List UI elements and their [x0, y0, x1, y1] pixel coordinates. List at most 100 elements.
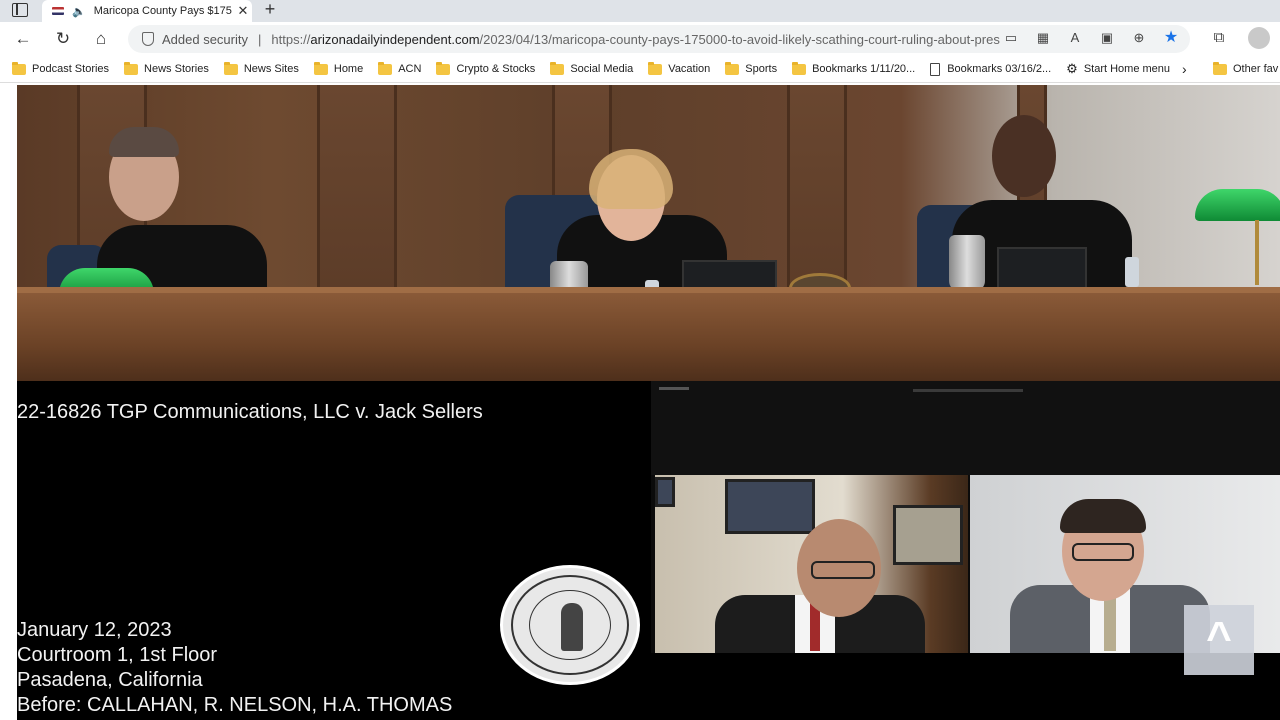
bookmark-label: Social Media [570, 63, 634, 75]
address-separator: | [258, 31, 262, 47]
bookmark-item[interactable]: Podcast Stories [12, 61, 110, 75]
speaker-icon[interactable]: 🔈 [72, 5, 86, 18]
folder-icon [313, 61, 328, 75]
tab-title: Maricopa County Pays $175 [93, 5, 232, 17]
wall-frame [893, 505, 963, 565]
window-menu-icon[interactable] [12, 3, 28, 17]
back-arrow-icon[interactable]: ← [12, 28, 34, 50]
courtroom-label: Courtroom 1, 1st Floor [17, 644, 218, 666]
address-bar-actions: ▭ ▦ A ▣ ⊕ ★ [1002, 29, 1180, 47]
bookmark-item[interactable]: News Stories [124, 61, 209, 75]
security-label[interactable]: Added security [162, 32, 248, 47]
bookmark-item[interactable]: Bookmarks 1/11/20... [792, 61, 916, 75]
apps-grid-icon[interactable]: ▦ [1034, 29, 1052, 47]
favorite-star-icon[interactable]: ★ [1162, 29, 1180, 47]
browser-tab[interactable]: 🔈 Maricopa County Pays $175 ✕ [42, 0, 252, 22]
attorney-glasses [1072, 543, 1134, 561]
folder-icon [223, 61, 238, 75]
bookmark-item[interactable]: ⚙ Start Home menu [1066, 61, 1170, 77]
folder-icon [1213, 61, 1227, 75]
page-left-margin [0, 85, 17, 720]
judges-panel: Before: CALLAHAN, R. NELSON, H.A. THOMAS [17, 694, 453, 716]
judge-hair [109, 127, 179, 157]
folder-icon [648, 61, 663, 75]
courtroom-video-feed [17, 85, 1280, 381]
toolbar-right: ⧉ [1208, 27, 1270, 49]
judges-bench [17, 293, 1280, 381]
folder-icon [550, 61, 565, 75]
seal-figure [561, 603, 583, 651]
bookmarks-bar: Podcast Stories News Stories News Sites … [0, 56, 1280, 83]
hearing-location: Pasadena, California [17, 669, 203, 691]
lamp-stand [1255, 220, 1259, 285]
remote-video-header [651, 381, 1280, 475]
desk-monitor [997, 247, 1087, 291]
immersive-reader-icon[interactable]: ▣ [1098, 29, 1116, 47]
wall-frame [725, 479, 815, 534]
new-tab-button[interactable]: + [260, 0, 280, 20]
attorney-glasses [811, 561, 875, 579]
bookmark-label: Podcast Stories [32, 63, 110, 75]
bookmark-label: ACN [398, 63, 422, 75]
read-aloud-icon[interactable]: A [1066, 29, 1084, 47]
bookmark-item[interactable]: Sports [725, 61, 777, 75]
page-icon [930, 62, 941, 76]
bookmark-label: Bookmarks 1/11/20... [812, 63, 916, 75]
folder-icon [725, 61, 740, 75]
folder-icon [12, 61, 26, 75]
wall-frame [655, 477, 675, 507]
folder-icon [124, 61, 139, 75]
profile-avatar[interactable] [1248, 27, 1270, 49]
tab-strip: 🔈 Maricopa County Pays $175 ✕ + [0, 0, 1280, 22]
address-bar[interactable]: Added security | https://arizonadailyind… [128, 25, 1190, 53]
attorney-hair [1060, 499, 1146, 533]
url-text[interactable]: https://arizonadailyindependent.com/2023… [271, 32, 1001, 47]
other-favorites-folder[interactable]: Other fav [1213, 61, 1279, 75]
folder-icon [792, 61, 807, 75]
bookmark-label: Crypto & Stocks [456, 63, 536, 75]
url-domain: arizonadailyindependent.com [310, 31, 480, 47]
folder-icon [378, 61, 393, 75]
collections-icon[interactable]: ⧉ [1208, 27, 1230, 49]
home-icon[interactable]: ⌂ [90, 28, 112, 50]
url-path: /2023/04/13/maricopa-county-pays-175000-… [479, 31, 1002, 47]
hearing-date: January 12, 2023 [17, 619, 172, 641]
bookmarks-overflow-chevron-icon[interactable]: › [1182, 61, 1187, 77]
bookmark-item[interactable]: ACN [378, 61, 422, 75]
cast-icon[interactable]: ▭ [1002, 29, 1020, 47]
scroll-to-top-button[interactable]: ^ [1184, 605, 1254, 675]
case-info: January 12, 2023 Courtroom 1, 1st Floor … [17, 618, 452, 718]
bookmark-label: Bookmarks 03/16/2... [947, 63, 1052, 75]
site-favicon-icon [52, 7, 64, 15]
shield-icon[interactable] [142, 32, 154, 46]
zoom-icon[interactable]: ⊕ [1130, 29, 1148, 47]
video-player[interactable]: 22-16826 TGP Communications, LLC v. Jack… [17, 85, 1280, 720]
navigation-bar: ← ↻ ⌂ Added security | https://arizonada… [0, 22, 1280, 56]
bookmark-label: Start Home menu [1083, 63, 1171, 75]
bookmark-label: Other fav [1233, 63, 1279, 75]
sanitizer-bottle [1125, 257, 1139, 287]
judge-head [992, 115, 1056, 197]
bookmark-item[interactable]: Vacation [648, 61, 711, 75]
bookmark-label: News Sites [243, 63, 299, 75]
case-title: 22-16826 TGP Communications, LLC v. Jack… [17, 401, 483, 423]
bookmark-item[interactable]: Social Media [550, 61, 634, 75]
ninth-circuit-seal [500, 565, 640, 685]
bookmark-label: Vacation [668, 63, 711, 75]
chevron-up-icon: ^ [1206, 613, 1232, 662]
judge-hair [589, 149, 673, 209]
bookmark-label: News Stories [144, 63, 209, 75]
bookmark-item[interactable]: News Sites [223, 61, 299, 75]
bookmark-item[interactable]: Home [313, 61, 364, 75]
folder-icon [436, 61, 451, 75]
bookmark-item[interactable]: Bookmarks 03/16/2... [930, 62, 1052, 76]
bookmark-label: Home [333, 63, 364, 75]
bookmark-item[interactable]: Crypto & Stocks [436, 61, 536, 75]
gear-icon: ⚙ [1066, 61, 1078, 76]
video-lower-panel: 22-16826 TGP Communications, LLC v. Jack… [17, 381, 1280, 720]
remote-video-indicator [659, 387, 689, 390]
bankers-lamp [1195, 189, 1280, 221]
refresh-icon[interactable]: ↻ [52, 28, 74, 50]
attorney-video-tile [655, 475, 968, 653]
close-tab-icon[interactable]: ✕ [234, 3, 252, 19]
